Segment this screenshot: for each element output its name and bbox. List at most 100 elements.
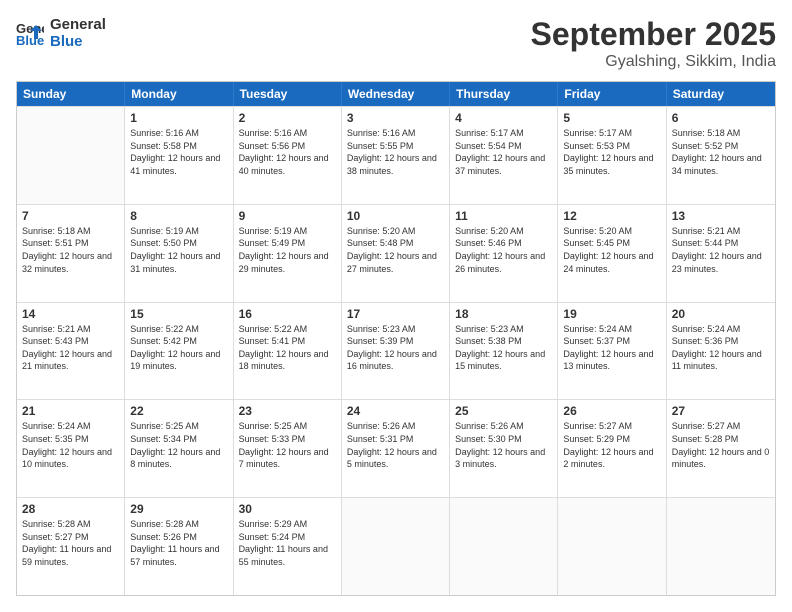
- day-number: 20: [672, 307, 770, 321]
- weekday-header: Friday: [558, 82, 666, 106]
- cell-info: Sunrise: 5:19 AM Sunset: 5:49 PM Dayligh…: [239, 225, 336, 275]
- day-number: 2: [239, 111, 336, 125]
- calendar-cell: 18 Sunrise: 5:23 AM Sunset: 5:38 PM Dayli…: [450, 303, 558, 400]
- cell-info: Sunrise: 5:24 AM Sunset: 5:37 PM Dayligh…: [563, 323, 660, 373]
- day-number: 7: [22, 209, 119, 223]
- cell-info: Sunrise: 5:26 AM Sunset: 5:30 PM Dayligh…: [455, 420, 552, 470]
- day-number: 29: [130, 502, 227, 516]
- cell-info: Sunrise: 5:22 AM Sunset: 5:41 PM Dayligh…: [239, 323, 336, 373]
- calendar-cell: 5 Sunrise: 5:17 AM Sunset: 5:53 PM Daylig…: [558, 107, 666, 204]
- title-block: September 2025 Gyalshing, Sikkim, India: [531, 16, 776, 71]
- calendar-cell: 24 Sunrise: 5:26 AM Sunset: 5:31 PM Dayli…: [342, 400, 450, 497]
- day-number: 12: [563, 209, 660, 223]
- calendar: SundayMondayTuesdayWednesdayThursdayFrid…: [16, 81, 776, 596]
- calendar-cell: 30 Sunrise: 5:29 AM Sunset: 5:24 PM Dayli…: [234, 498, 342, 595]
- calendar-cell: [342, 498, 450, 595]
- weekday-header: Saturday: [667, 82, 775, 106]
- day-number: 27: [672, 404, 770, 418]
- cell-info: Sunrise: 5:24 AM Sunset: 5:36 PM Dayligh…: [672, 323, 770, 373]
- calendar-cell: 2Sunrise: 5:16 AM Sunset: 5:56 PM Daylig…: [234, 107, 342, 204]
- cell-info: Sunrise: 5:28 AM Sunset: 5:26 PM Dayligh…: [130, 518, 227, 568]
- calendar-row: 14 Sunrise: 5:21 AM Sunset: 5:43 PM Dayli…: [17, 302, 775, 400]
- calendar-cell: 25 Sunrise: 5:26 AM Sunset: 5:30 PM Dayli…: [450, 400, 558, 497]
- day-number: 4: [455, 111, 552, 125]
- calendar-cell: 28 Sunrise: 5:28 AM Sunset: 5:27 PM Dayli…: [17, 498, 125, 595]
- day-number: 25: [455, 404, 552, 418]
- cell-info: Sunrise: 5:29 AM Sunset: 5:24 PM Dayligh…: [239, 518, 336, 568]
- day-number: 23: [239, 404, 336, 418]
- calendar-cell: 10 Sunrise: 5:20 AM Sunset: 5:48 PM Dayli…: [342, 205, 450, 302]
- weekday-header: Thursday: [450, 82, 558, 106]
- day-number: 28: [22, 502, 119, 516]
- calendar-cell: 26 Sunrise: 5:27 AM Sunset: 5:29 PM Dayli…: [558, 400, 666, 497]
- calendar-header: SundayMondayTuesdayWednesdayThursdayFrid…: [17, 82, 775, 106]
- cell-info: Sunrise: 5:27 AM Sunset: 5:28 PM Dayligh…: [672, 420, 770, 470]
- calendar-row: 7 Sunrise: 5:18 AM Sunset: 5:51 PM Daylig…: [17, 204, 775, 302]
- cell-info: Sunrise: 5:23 AM Sunset: 5:38 PM Dayligh…: [455, 323, 552, 373]
- day-number: 30: [239, 502, 336, 516]
- logo-blue: Blue: [50, 33, 106, 50]
- cell-info: Sunrise: 5:17 AM Sunset: 5:53 PM Dayligh…: [563, 127, 660, 177]
- calendar-cell: 6 Sunrise: 5:18 AM Sunset: 5:52 PM Daylig…: [667, 107, 775, 204]
- cell-info: Sunrise: 5:16 AM Sunset: 5:55 PM Dayligh…: [347, 127, 444, 177]
- day-number: 24: [347, 404, 444, 418]
- weekday-header: Sunday: [17, 82, 125, 106]
- day-number: 22: [130, 404, 227, 418]
- calendar-cell: 17Sunrise: 5:23 AM Sunset: 5:39 PM Dayli…: [342, 303, 450, 400]
- day-number: 18: [455, 307, 552, 321]
- cell-info: Sunrise: 5:22 AM Sunset: 5:42 PM Dayligh…: [130, 323, 227, 373]
- calendar-cell: 16 Sunrise: 5:22 AM Sunset: 5:41 PM Dayli…: [234, 303, 342, 400]
- day-number: 3: [347, 111, 444, 125]
- calendar-cell: 1 Sunrise: 5:16 AM Sunset: 5:58 PM Daylig…: [125, 107, 233, 204]
- day-number: 13: [672, 209, 770, 223]
- calendar-cell: [450, 498, 558, 595]
- day-number: 17: [347, 307, 444, 321]
- day-number: 26: [563, 404, 660, 418]
- cell-info: Sunrise: 5:27 AM Sunset: 5:29 PM Dayligh…: [563, 420, 660, 470]
- cell-info: Sunrise: 5:17 AM Sunset: 5:54 PM Dayligh…: [455, 127, 552, 177]
- calendar-cell: 14 Sunrise: 5:21 AM Sunset: 5:43 PM Dayli…: [17, 303, 125, 400]
- cell-info: Sunrise: 5:16 AM Sunset: 5:58 PM Dayligh…: [130, 127, 227, 177]
- day-number: 6: [672, 111, 770, 125]
- logo-general: General: [50, 16, 106, 33]
- cell-info: Sunrise: 5:20 AM Sunset: 5:46 PM Dayligh…: [455, 225, 552, 275]
- calendar-row: 1 Sunrise: 5:16 AM Sunset: 5:58 PM Daylig…: [17, 106, 775, 204]
- day-number: 16: [239, 307, 336, 321]
- day-number: 1: [130, 111, 227, 125]
- day-number: 9: [239, 209, 336, 223]
- svg-text:Blue: Blue: [16, 33, 44, 47]
- calendar-cell: 21Sunrise: 5:24 AM Sunset: 5:35 PM Dayli…: [17, 400, 125, 497]
- location: Gyalshing, Sikkim, India: [531, 53, 776, 71]
- cell-info: Sunrise: 5:20 AM Sunset: 5:48 PM Dayligh…: [347, 225, 444, 275]
- calendar-cell: 3 Sunrise: 5:16 AM Sunset: 5:55 PM Daylig…: [342, 107, 450, 204]
- cell-info: Sunrise: 5:26 AM Sunset: 5:31 PM Dayligh…: [347, 420, 444, 470]
- calendar-cell: 19 Sunrise: 5:24 AM Sunset: 5:37 PM Dayli…: [558, 303, 666, 400]
- calendar-cell: 11 Sunrise: 5:20 AM Sunset: 5:46 PM Dayli…: [450, 205, 558, 302]
- cell-info: Sunrise: 5:28 AM Sunset: 5:27 PM Dayligh…: [22, 518, 119, 568]
- cell-info: Sunrise: 5:25 AM Sunset: 5:33 PM Dayligh…: [239, 420, 336, 470]
- weekday-header: Monday: [125, 82, 233, 106]
- calendar-cell: [667, 498, 775, 595]
- day-number: 11: [455, 209, 552, 223]
- calendar-cell: 4 Sunrise: 5:17 AM Sunset: 5:54 PM Daylig…: [450, 107, 558, 204]
- day-number: 14: [22, 307, 119, 321]
- day-number: 15: [130, 307, 227, 321]
- day-number: 5: [563, 111, 660, 125]
- weekday-header: Wednesday: [342, 82, 450, 106]
- cell-info: Sunrise: 5:18 AM Sunset: 5:52 PM Dayligh…: [672, 127, 770, 177]
- calendar-cell: 9 Sunrise: 5:19 AM Sunset: 5:49 PM Daylig…: [234, 205, 342, 302]
- page: General Blue General Blue September 2025…: [0, 0, 792, 612]
- calendar-cell: 23 Sunrise: 5:25 AM Sunset: 5:33 PM Dayli…: [234, 400, 342, 497]
- logo: General Blue General Blue: [16, 16, 106, 50]
- cell-info: Sunrise: 5:18 AM Sunset: 5:51 PM Dayligh…: [22, 225, 119, 275]
- calendar-row: 28 Sunrise: 5:28 AM Sunset: 5:27 PM Dayli…: [17, 497, 775, 595]
- calendar-cell: 29 Sunrise: 5:28 AM Sunset: 5:26 PM Dayli…: [125, 498, 233, 595]
- calendar-cell: 15 Sunrise: 5:22 AM Sunset: 5:42 PM Dayli…: [125, 303, 233, 400]
- cell-info: Sunrise: 5:20 AM Sunset: 5:45 PM Dayligh…: [563, 225, 660, 275]
- day-number: 10: [347, 209, 444, 223]
- cell-info: Sunrise: 5:21 AM Sunset: 5:43 PM Dayligh…: [22, 323, 119, 373]
- calendar-body: 1 Sunrise: 5:16 AM Sunset: 5:58 PM Daylig…: [17, 106, 775, 595]
- calendar-cell: 13Sunrise: 5:21 AM Sunset: 5:44 PM Dayli…: [667, 205, 775, 302]
- calendar-row: 21Sunrise: 5:24 AM Sunset: 5:35 PM Dayli…: [17, 399, 775, 497]
- day-number: 19: [563, 307, 660, 321]
